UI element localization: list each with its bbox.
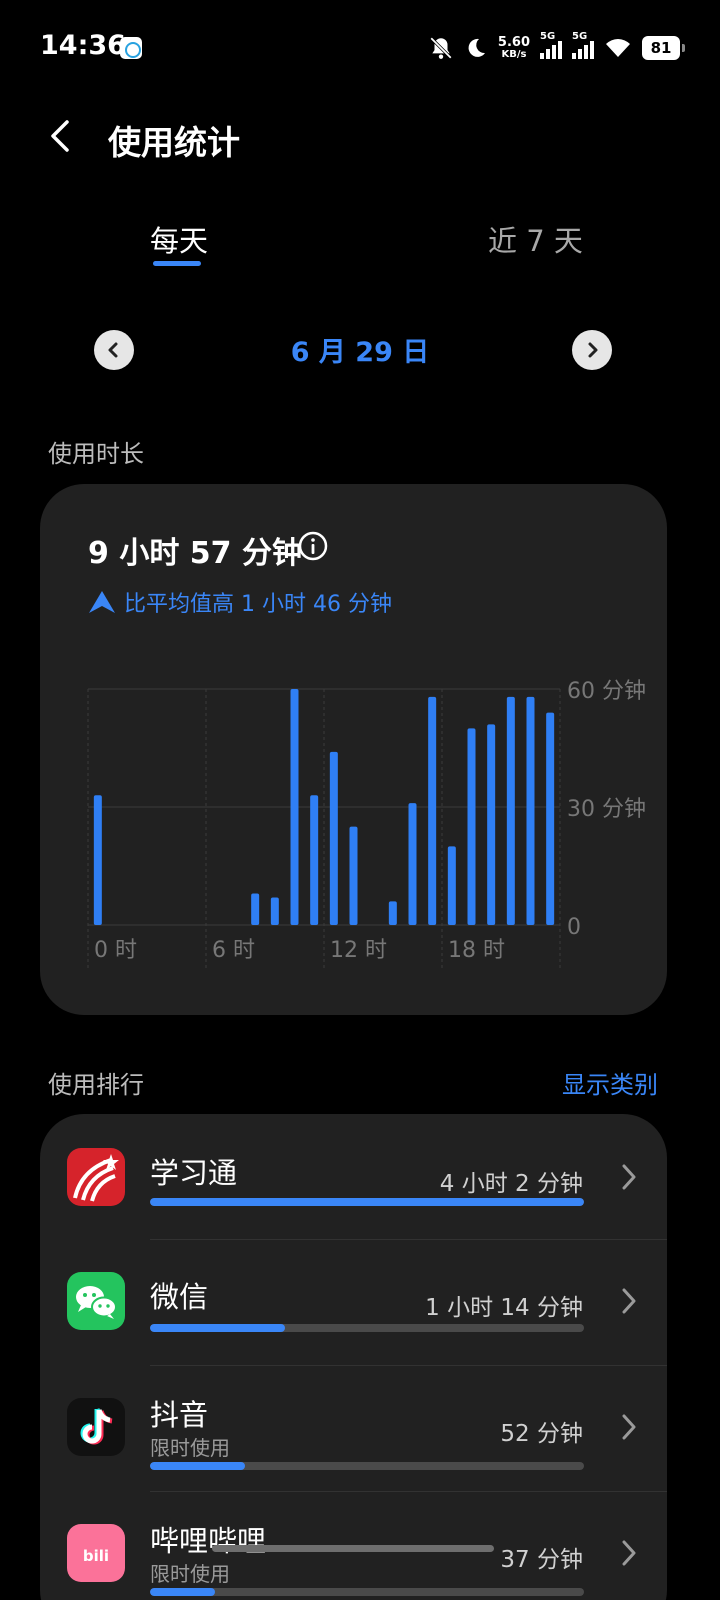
chart-bar bbox=[526, 696, 535, 925]
chart-bar bbox=[349, 826, 358, 925]
chevron-right-icon bbox=[622, 1164, 636, 1190]
usage-duration-label: 使用时长 bbox=[48, 440, 144, 468]
arrow-up-icon bbox=[89, 591, 115, 613]
status-bar: 14:36 5.60 KB/s 5G 5G 81 bbox=[0, 0, 720, 96]
total-usage-time: 9 小时 57 分钟 bbox=[88, 536, 302, 571]
tab-last-7-days[interactable]: 近 7 天 bbox=[488, 218, 583, 260]
home-indicator[interactable] bbox=[212, 1545, 494, 1552]
usage-progress-bar bbox=[150, 1324, 584, 1332]
carrier-icon bbox=[120, 37, 142, 59]
x-tick-label: 6 时 bbox=[212, 938, 255, 963]
chart-bar bbox=[408, 803, 417, 925]
app-usage-time: 52 分钟 bbox=[500, 1421, 583, 1447]
app-name: 微信 bbox=[150, 1280, 209, 1314]
x-tick-label: 0 时 bbox=[94, 938, 137, 963]
chart-bar bbox=[447, 846, 456, 925]
app-name: 哔哩哔哩 bbox=[150, 1524, 267, 1558]
page-title: 使用统计 bbox=[108, 123, 240, 162]
app-limit-label: 限时使用 bbox=[150, 1562, 230, 1586]
chart-bar bbox=[546, 712, 555, 925]
x-tick-label: 12 时 bbox=[330, 938, 387, 963]
battery-icon: 81 bbox=[642, 36, 685, 60]
app-usage-time: 1 小时 14 分钟 bbox=[425, 1295, 583, 1321]
usage-ranking-label: 使用排行 bbox=[48, 1071, 144, 1099]
signal-icon-sim1: 5G bbox=[540, 31, 562, 59]
moon-icon bbox=[468, 38, 485, 57]
usage-card: 9 小时 57 分钟 比平均值高 1 小时 46 分钟 60 分钟 30 分钟 0 0… bbox=[40, 484, 667, 1015]
chevron-right-icon bbox=[622, 1414, 636, 1440]
next-day-button[interactable] bbox=[572, 330, 612, 370]
chevron-left-icon bbox=[108, 342, 118, 358]
app-limit-label: 限时使用 bbox=[150, 1436, 230, 1460]
chart-bar bbox=[251, 893, 260, 925]
wifi-icon bbox=[606, 39, 630, 57]
xuexitong-icon bbox=[67, 1148, 125, 1206]
usage-progress-bar bbox=[150, 1462, 584, 1470]
bilibili-icon: bili bbox=[67, 1524, 125, 1582]
chart-bar bbox=[290, 689, 299, 925]
chart-bar bbox=[487, 724, 496, 925]
active-tab-indicator bbox=[153, 261, 201, 266]
chart-bar bbox=[388, 901, 397, 925]
usage-progress-bar bbox=[150, 1588, 584, 1596]
chart-bar bbox=[467, 728, 476, 925]
y-tick-label: 60 分钟 bbox=[567, 679, 646, 704]
signal-icon-sim2: 5G bbox=[572, 31, 594, 59]
wechat-icon bbox=[67, 1272, 125, 1330]
app-usage-time: 4 小时 2 分钟 bbox=[439, 1171, 583, 1197]
x-tick-label: 18 时 bbox=[448, 938, 505, 963]
chevron-right-icon bbox=[622, 1288, 636, 1314]
status-icons: 5.60 KB/s 5G 5G 81 bbox=[428, 30, 685, 66]
network-speed-unit: KB/s bbox=[501, 49, 527, 60]
app-row-douyin[interactable]: 抖音 限时使用 52 分钟 bbox=[40, 1366, 667, 1492]
chevron-right-icon bbox=[622, 1540, 636, 1566]
chart-bar bbox=[428, 696, 437, 925]
app-usage-time: 37 分钟 bbox=[500, 1547, 583, 1573]
network-speed-value: 5.60 bbox=[497, 35, 530, 50]
bell-off-icon bbox=[430, 37, 452, 59]
chart-bar bbox=[329, 751, 338, 925]
chart-bar bbox=[270, 897, 279, 925]
y-tick-label: 0 bbox=[567, 915, 581, 940]
selected-date: 6 月 29 日 bbox=[290, 337, 430, 368]
y-tick-label: 30 分钟 bbox=[567, 797, 646, 822]
app-name: 学习通 bbox=[150, 1156, 238, 1190]
app-row-wechat[interactable]: 微信 1 小时 14 分钟 bbox=[40, 1240, 667, 1366]
previous-day-button[interactable] bbox=[94, 330, 134, 370]
usage-progress-bar bbox=[150, 1198, 584, 1206]
status-time: 14:36 bbox=[40, 30, 126, 61]
chart-bar bbox=[506, 696, 515, 925]
hourly-usage-chart: 60 分钟 30 分钟 0 0 时 6 时 12 时 18 时 bbox=[87, 679, 646, 969]
show-category-button[interactable]: 显示类别 bbox=[562, 1065, 658, 1100]
sim1-network-label: 5G bbox=[540, 31, 556, 42]
comparison: 比平均值高 1 小时 46 分钟 bbox=[88, 586, 392, 618]
app-name: 抖音 bbox=[150, 1398, 209, 1432]
app-row-xuexitong[interactable]: 学习通 4 小时 2 分钟 bbox=[40, 1114, 667, 1240]
back-arrow-icon[interactable] bbox=[40, 112, 88, 160]
chevron-right-icon bbox=[588, 342, 598, 358]
comparison-text: 比平均值高 1 小时 46 分钟 bbox=[124, 592, 392, 617]
chart-bar bbox=[93, 795, 102, 925]
ranking-card: 学习通 4 小时 2 分钟 微信 1 小时 14 分钟 抖音 限时使用 52 分… bbox=[40, 1114, 667, 1600]
info-icon[interactable] bbox=[297, 530, 329, 562]
svg-text:bili: bili bbox=[83, 1547, 109, 1565]
sim2-network-label: 5G bbox=[572, 31, 588, 42]
tab-daily[interactable]: 每天 bbox=[150, 218, 208, 260]
network-speed: 5.60 KB/s bbox=[498, 36, 530, 60]
douyin-icon bbox=[67, 1398, 125, 1456]
chart-bar bbox=[310, 795, 319, 925]
